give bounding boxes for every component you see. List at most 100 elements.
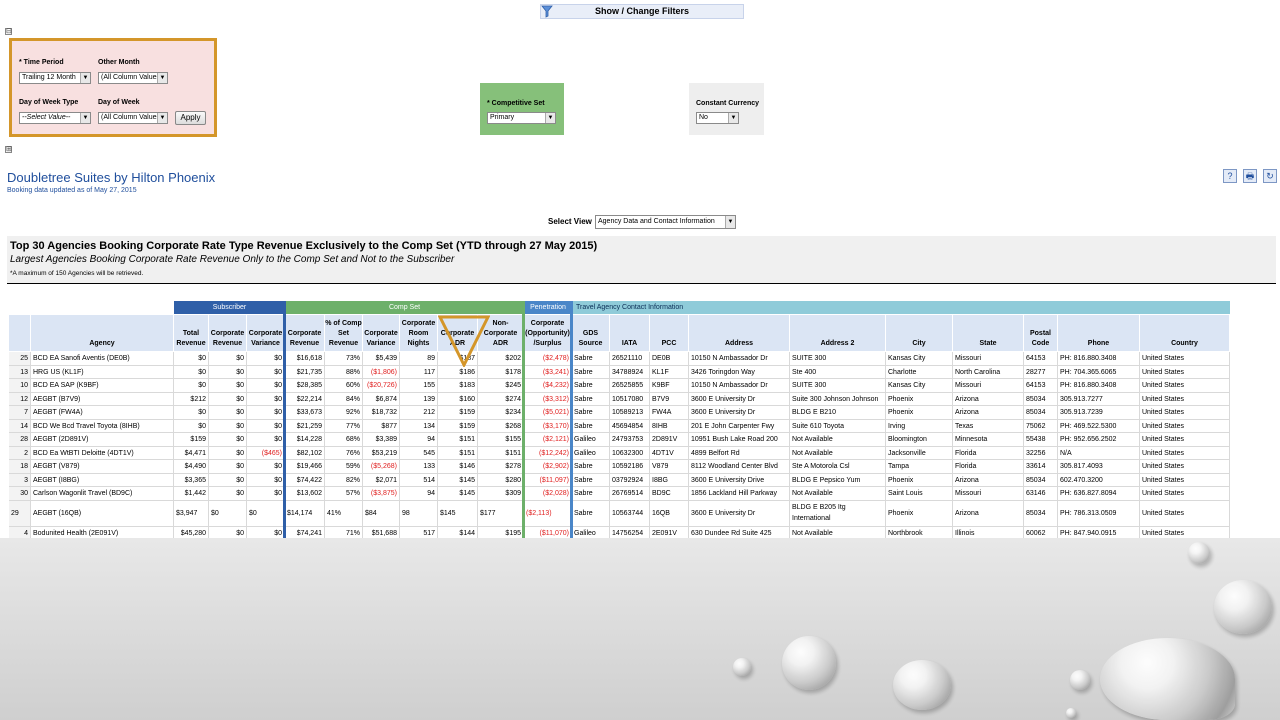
- column-header[interactable]: Corporate (Opportunity) /Surplus: [524, 315, 572, 351]
- column-header[interactable]: Agency: [31, 315, 174, 351]
- water-drop: [1066, 708, 1076, 718]
- time-period-select[interactable]: Trailing 12 Month ▼: [19, 72, 91, 84]
- table-cell: $33,673: [285, 406, 325, 420]
- table-cell: Missouri: [953, 379, 1024, 393]
- table-cell: FW4A: [650, 406, 689, 420]
- table-cell: 3600 E University Drive: [689, 473, 790, 487]
- table-cell: $0: [247, 406, 285, 420]
- column-header[interactable]: Country: [1140, 315, 1230, 351]
- table-cell: $18,732: [363, 406, 400, 420]
- column-header[interactable]: GDS Source: [572, 315, 610, 351]
- table-cell: $0: [174, 406, 209, 420]
- column-header[interactable]: Corporate Variance: [247, 315, 285, 351]
- table-cell: 85034: [1024, 473, 1058, 487]
- table-cell: 73%: [325, 352, 363, 366]
- column-header[interactable]: Address 2: [790, 315, 886, 351]
- column-header[interactable]: Corporate Revenue: [209, 315, 247, 351]
- table-cell: 3: [9, 473, 31, 487]
- table-cell: $5,439: [363, 352, 400, 366]
- table-cell: $160: [438, 392, 478, 406]
- column-header[interactable]: State: [953, 315, 1024, 351]
- table-cell: ($20,726): [363, 379, 400, 393]
- collapse-filters-toggle[interactable]: ⊟: [5, 28, 12, 35]
- expand-section-toggle[interactable]: ⊞: [5, 146, 12, 153]
- table-cell: 34788924: [610, 365, 650, 379]
- table-cell: 10589213: [610, 406, 650, 420]
- column-header[interactable]: Corporate Room Nights: [400, 315, 438, 351]
- table-cell: ($2,121): [524, 433, 572, 447]
- water-drop: [1188, 542, 1210, 564]
- table-cell: $2,071: [363, 473, 400, 487]
- table-cell: ($1,806): [363, 365, 400, 379]
- column-header[interactable]: Corporate Revenue: [285, 315, 325, 351]
- page-title: Doubletree Suites by Hilton Phoenix: [7, 170, 216, 185]
- table-cell: PH: 704.365.6065: [1058, 365, 1140, 379]
- print-icon[interactable]: 🖶: [1243, 169, 1257, 183]
- show-change-filters-button[interactable]: Show / Change Filters: [540, 4, 744, 19]
- apply-button[interactable]: Apply: [175, 111, 206, 125]
- constant-currency-select[interactable]: No ▼: [696, 112, 739, 124]
- column-header[interactable]: % of Comp Set Revenue: [325, 315, 363, 351]
- table-cell: 4899 Belfort Rd: [689, 446, 790, 460]
- table-cell: PH: 469.522.5300: [1058, 419, 1140, 433]
- table-cell: 24793753: [610, 433, 650, 447]
- table-cell: Arizona: [953, 500, 1024, 527]
- table-cell: 26769514: [610, 487, 650, 501]
- table-cell: $21,735: [285, 365, 325, 379]
- subscriber-separator: [283, 301, 286, 538]
- column-header[interactable]: Postal Code: [1024, 315, 1058, 351]
- column-header[interactable]: IATA: [610, 315, 650, 351]
- table-cell: $0: [174, 352, 209, 366]
- dow-select[interactable]: (All Column Values) ▼: [98, 112, 168, 124]
- table-cell: Sabre: [572, 500, 610, 527]
- table-cell: $178: [478, 365, 524, 379]
- column-header[interactable]: Address: [689, 315, 790, 351]
- table-cell: 64153: [1024, 352, 1058, 366]
- column-header[interactable]: Corporate Variance: [363, 315, 400, 351]
- table-cell: Irving: [886, 419, 953, 433]
- table-cell: $274: [478, 392, 524, 406]
- table-cell: United States: [1140, 392, 1230, 406]
- table-cell: 14: [9, 419, 31, 433]
- background-water-drops: [0, 538, 1280, 720]
- table-cell: 28277: [1024, 365, 1058, 379]
- agency-name-cell: AEGBT (2D891V): [31, 433, 174, 447]
- refresh-icon[interactable]: ↻: [1263, 169, 1277, 183]
- water-drop: [1070, 670, 1090, 690]
- dow-type-select[interactable]: --Select Value-- ▼: [19, 112, 91, 124]
- table-cell: United States: [1140, 460, 1230, 474]
- chevron-down-icon: ▼: [80, 73, 90, 83]
- table-cell: $245: [478, 379, 524, 393]
- water-drop: [733, 658, 751, 676]
- other-month-select[interactable]: (All Column Values) ▼: [98, 72, 168, 84]
- column-header[interactable]: City: [886, 315, 953, 351]
- table-cell: Arizona: [953, 473, 1024, 487]
- table-cell: 545: [400, 446, 438, 460]
- column-header[interactable]: Total Revenue: [174, 315, 209, 351]
- column-header[interactable]: PCC: [650, 315, 689, 351]
- table-cell: $212: [174, 392, 209, 406]
- table-cell: $309: [478, 487, 524, 501]
- table-cell: $280: [478, 473, 524, 487]
- select-view-dropdown[interactable]: Agency Data and Contact Information ▼: [595, 215, 736, 229]
- table-cell: Florida: [953, 446, 1024, 460]
- agency-name-cell: AEGBT (I8BG): [31, 473, 174, 487]
- table-cell: Missouri: [953, 487, 1024, 501]
- table-cell: 55438: [1024, 433, 1058, 447]
- table-cell: ($5,268): [363, 460, 400, 474]
- table-cell: $0: [209, 487, 247, 501]
- table-cell: Not Available: [790, 446, 886, 460]
- water-drop: [893, 660, 951, 710]
- report-note: *A maximum of 150 Agencies will be retri…: [10, 270, 144, 277]
- help-icon[interactable]: ?: [1223, 169, 1237, 183]
- table-cell: Sabre: [572, 406, 610, 420]
- table-cell: 10563744: [610, 500, 650, 527]
- table-cell: 8112 Woodland Center Blvd: [689, 460, 790, 474]
- table-cell: Saint Louis: [886, 487, 953, 501]
- table-cell: $0: [209, 473, 247, 487]
- table-cell: 3600 E University Dr: [689, 392, 790, 406]
- competitive-set-select[interactable]: Primary ▼: [487, 112, 556, 124]
- column-header[interactable]: Phone: [1058, 315, 1140, 351]
- table-cell: $151: [438, 446, 478, 460]
- table-cell: 3600 E University Dr: [689, 406, 790, 420]
